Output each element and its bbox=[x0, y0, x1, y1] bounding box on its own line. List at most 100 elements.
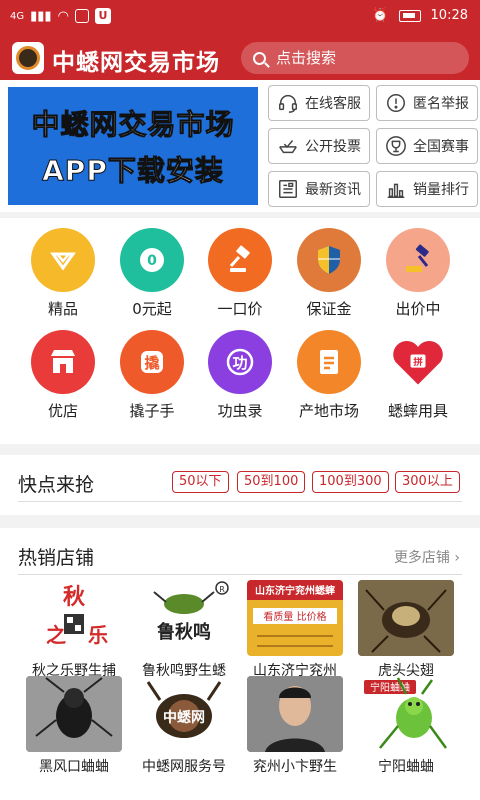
search-bar[interactable] bbox=[241, 42, 469, 74]
svg-text:拼: 拼 bbox=[413, 356, 423, 368]
diamond-icon bbox=[31, 228, 95, 292]
shop-name: 宁阳蛐蛐 bbox=[378, 759, 434, 775]
shop-name: 黑风口蛐蛐 bbox=[39, 759, 109, 775]
clock: 10:28 bbox=[430, 8, 468, 23]
svg-text:R: R bbox=[219, 585, 225, 594]
svg-text:撬: 撬 bbox=[144, 354, 159, 372]
national-events-label: 全国赛事 bbox=[413, 139, 469, 155]
price-filter-section: 快点来抢 50以下 50到100 100到300 300以上 bbox=[0, 455, 480, 515]
app-bar: 中蟋网交易市场 bbox=[0, 34, 480, 80]
price-tag-50-100[interactable]: 50到100 bbox=[237, 471, 306, 493]
divider bbox=[18, 574, 462, 575]
category-bidding[interactable]: 出价中 bbox=[374, 228, 462, 319]
svg-text:功: 功 bbox=[232, 354, 247, 372]
shop-card[interactable]: 秋之乐 秋之乐野生捕 bbox=[18, 580, 130, 680]
online-service-button[interactable]: 在线客服 bbox=[268, 85, 370, 121]
category-label: 一口价 bbox=[217, 300, 263, 318]
national-events-button[interactable]: 全国赛事 bbox=[376, 128, 478, 164]
category-grid: 精品 0 0元起 一口价 保证金 出价中 优店 撬 撬子手 功 功虫录 产地市场… bbox=[0, 218, 480, 444]
price-tag-under-50[interactable]: 50以下 bbox=[172, 471, 229, 493]
category-label: 保证金 bbox=[306, 300, 352, 318]
category-quality-shop[interactable]: 优店 bbox=[19, 330, 107, 421]
category-origin-market[interactable]: 产地市场 bbox=[285, 330, 373, 421]
gavel-icon bbox=[208, 228, 272, 292]
svg-text:鲁秋鸣: 鲁秋鸣 bbox=[157, 621, 211, 643]
battery-icon bbox=[398, 9, 421, 22]
shop-card[interactable]: 山东济宁兖州蟋蟀 看质量 比价格 山东济宁兖州 bbox=[239, 580, 351, 680]
download-banner[interactable]: 中蟋网交易市场 APP下载安装 bbox=[6, 85, 260, 207]
search-input[interactable] bbox=[276, 49, 446, 67]
shop-icon bbox=[31, 330, 95, 394]
app-title: 中蟋网交易市场 bbox=[52, 50, 220, 76]
alarm-icon: ⏰ bbox=[372, 8, 389, 23]
category-gong-chong-lu[interactable]: 功 功虫录 bbox=[196, 330, 284, 421]
nfc-icon bbox=[74, 9, 89, 23]
category-cricket-tools[interactable]: 拼 蟋蟀用具 bbox=[374, 330, 462, 421]
banner-line1: 中蟋网交易市场 bbox=[31, 108, 235, 142]
shop-logo: 山东济宁兖州蟋蟀 看质量 比价格 bbox=[247, 580, 343, 656]
category-label: 精品 bbox=[47, 300, 78, 318]
shop-name: 兖州小卞野生 bbox=[253, 759, 337, 775]
anonymous-report-label: 匿名举报 bbox=[413, 96, 469, 112]
shop-photo bbox=[358, 580, 454, 656]
shop-logo: 鲁秋鸣 R bbox=[136, 580, 232, 656]
shop-name: 中蟋网服务号 bbox=[142, 759, 226, 775]
top-section: 中蟋网交易市场 APP下载安装 在线客服 匿名举报 公开投票 全国赛事 最新资讯… bbox=[0, 80, 480, 212]
vote-icon bbox=[277, 135, 299, 157]
shop-card[interactable]: 兖州小卞野生 bbox=[239, 676, 351, 776]
shop-card[interactable]: 黑风口蛐蛐 bbox=[18, 676, 130, 776]
category-zero-start[interactable]: 0 0元起 bbox=[108, 228, 196, 319]
svg-text:之: 之 bbox=[46, 623, 66, 647]
shop-logo: 中蟋网 bbox=[136, 676, 232, 752]
price-section-title: 快点来抢 bbox=[18, 474, 95, 496]
qiao-icon: 撬 bbox=[120, 330, 184, 394]
category-qiao-zi-shou[interactable]: 撬 撬子手 bbox=[108, 330, 196, 421]
sales-ranking-button[interactable]: 销量排行 bbox=[376, 171, 478, 207]
shop-card[interactable]: 宁阳蛐蛐 宁阳蛐蛐 bbox=[350, 676, 462, 776]
category-label: 0元起 bbox=[132, 300, 172, 318]
more-shops-link[interactable]: 更多店铺 › bbox=[394, 547, 460, 567]
headset-icon bbox=[277, 92, 299, 114]
hot-shops-title: 热销店铺 bbox=[18, 547, 95, 569]
chevron-right-icon: › bbox=[454, 550, 460, 566]
pin-shop-icon: 拼 bbox=[386, 330, 450, 394]
shop-card[interactable]: 中蟋网 中蟋网服务号 bbox=[128, 676, 240, 776]
category-premium[interactable]: 精品 bbox=[19, 228, 107, 319]
category-label: 优店 bbox=[47, 402, 78, 420]
category-label: 产地市场 bbox=[298, 402, 359, 420]
shop-logo: 秋之乐 bbox=[26, 580, 122, 656]
category-label: 蟋蟀用具 bbox=[387, 402, 448, 420]
signal-icon: ▮▮▮ bbox=[30, 8, 52, 24]
auction-hammer-icon bbox=[386, 228, 450, 292]
hot-shops-section: 热销店铺 更多店铺 › 秋之乐 秋之乐野生捕 鲁秋鸣 R 鲁秋鸣野生蟋 山东济宁兖… bbox=[0, 528, 480, 800]
svg-text:秋: 秋 bbox=[63, 584, 86, 610]
shop-card[interactable]: 虎头尖翅 bbox=[350, 580, 462, 680]
status-bar: 4G ▮▮▮ ◠ U ⏰ 10:28 bbox=[0, 0, 480, 34]
trophy-icon bbox=[385, 135, 407, 157]
shop-card[interactable]: 鲁秋鸣 R 鲁秋鸣野生蟋 bbox=[128, 580, 240, 680]
category-label: 撬子手 bbox=[129, 402, 175, 420]
search-icon bbox=[253, 51, 266, 65]
news-icon bbox=[277, 178, 299, 200]
price-tag-over-300[interactable]: 300以上 bbox=[395, 471, 460, 493]
price-tag-100-300[interactable]: 100到300 bbox=[312, 471, 389, 493]
market-doc-icon bbox=[297, 330, 361, 394]
sales-ranking-label: 销量排行 bbox=[413, 182, 469, 198]
zero-badge-icon: 0 bbox=[120, 228, 184, 292]
category-fixed-price[interactable]: 一口价 bbox=[196, 228, 284, 319]
svg-text:乐: 乐 bbox=[88, 623, 108, 647]
network-label: 4G bbox=[10, 10, 25, 22]
more-shops-label: 更多店铺 bbox=[393, 550, 450, 566]
latest-news-button[interactable]: 最新资讯 bbox=[268, 171, 370, 207]
category-deposit[interactable]: 保证金 bbox=[285, 228, 373, 319]
svg-text:中蟋网: 中蟋网 bbox=[163, 709, 205, 726]
shield-icon bbox=[297, 228, 361, 292]
latest-news-label: 最新资讯 bbox=[305, 182, 361, 198]
anonymous-report-button[interactable]: 匿名举报 bbox=[376, 85, 478, 121]
svg-text:山东济宁兖州蟋蟀: 山东济宁兖州蟋蟀 bbox=[255, 584, 335, 597]
app-logo[interactable] bbox=[12, 42, 44, 74]
public-vote-button[interactable]: 公开投票 bbox=[268, 128, 370, 164]
shop-photo bbox=[247, 676, 343, 752]
exclamation-icon bbox=[385, 92, 407, 114]
svg-text:0: 0 bbox=[147, 253, 157, 269]
